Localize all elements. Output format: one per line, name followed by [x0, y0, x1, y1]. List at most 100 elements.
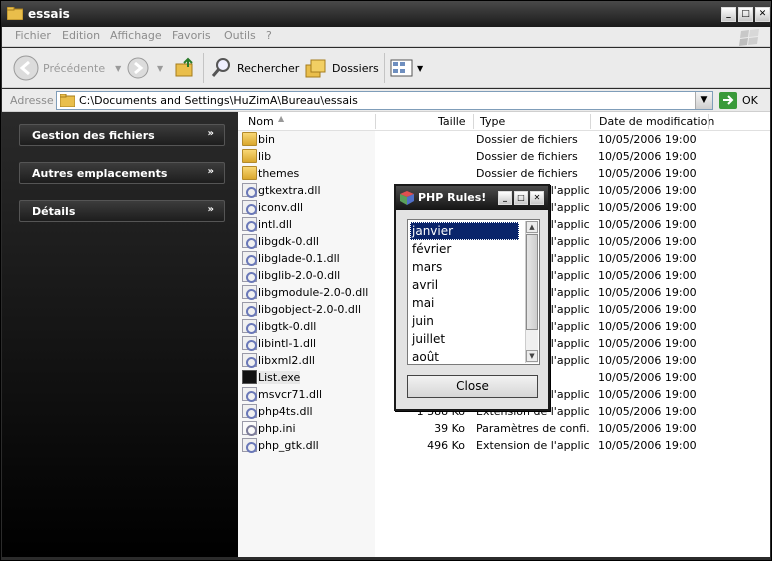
listbox-scrollbar[interactable]: ▲ ▼: [525, 221, 538, 363]
list-item[interactable]: mars: [410, 258, 519, 276]
task-group-details[interactable]: Détails »: [19, 200, 225, 222]
list-item[interactable]: août: [410, 348, 519, 363]
file-name[interactable]: intl.dll: [258, 218, 292, 231]
menu-affichage[interactable]: Affichage: [110, 29, 162, 42]
table-row[interactable]: themes Dossier de fichiers 10/05/2006 19:0…: [238, 165, 770, 182]
list-item[interactable]: juin: [410, 312, 519, 330]
chevron-down-icon[interactable]: ▼: [695, 92, 712, 109]
months-listbox[interactable]: janvier février mars avril mai juin juil…: [407, 219, 540, 365]
file-name[interactable]: php4ts.dll: [258, 405, 313, 418]
table-row[interactable]: bin Dossier de fichiers 10/05/2006 19:00: [238, 131, 770, 148]
table-row[interactable]: lib Dossier de fichiers 10/05/2006 19:00: [238, 148, 770, 165]
column-header-type[interactable]: Type: [480, 115, 505, 128]
file-name[interactable]: libgdk-0.dll: [258, 235, 319, 248]
dialog-close-button[interactable]: ✕: [530, 191, 544, 205]
folder-icon: [242, 132, 257, 146]
file-name[interactable]: libglade-0.1.dll: [258, 252, 340, 265]
title-bar[interactable]: essais _ □ ✕: [1, 1, 771, 27]
file-date: 10/05/2006 19:00: [598, 269, 697, 282]
dialog-title-bar[interactable]: PHP Rules! _ □ ✕: [396, 186, 548, 210]
dll-icon: [242, 234, 257, 249]
file-name[interactable]: themes: [258, 167, 299, 180]
task-group-other-places[interactable]: Autres emplacements »: [19, 162, 225, 184]
close-button[interactable]: ✕: [755, 7, 770, 22]
file-name[interactable]: iconv.dll: [258, 201, 303, 214]
file-name[interactable]: gtkextra.dll: [258, 184, 321, 197]
file-name[interactable]: msvcr71.dll: [258, 388, 322, 401]
go-button[interactable]: OK: [742, 94, 758, 107]
chevron-double-down-icon[interactable]: »: [208, 128, 214, 139]
column-header-name[interactable]: Nom: [248, 115, 274, 128]
file-date: 10/05/2006 19:00: [598, 252, 697, 265]
column-divider[interactable]: [473, 114, 474, 129]
file-name[interactable]: libgmodule-2.0-0.dll: [258, 286, 368, 299]
column-divider[interactable]: [375, 114, 376, 129]
table-row[interactable]: php_gtk.dll 496 Ko Extension de l'applic..…: [238, 437, 770, 454]
folders-button[interactable]: Dossiers: [304, 54, 379, 82]
address-label: Adresse: [10, 94, 54, 107]
scrollbar-thumb[interactable]: [526, 234, 538, 330]
list-item[interactable]: mai: [410, 294, 519, 312]
column-divider[interactable]: [590, 114, 591, 129]
file-date: 10/05/2006 19:00: [598, 337, 697, 350]
list-item[interactable]: avril: [410, 276, 519, 294]
file-type: Extension de l'applic...: [476, 439, 590, 452]
table-row[interactable]: php.ini 39 Ko Paramètres de confi... 10/05/…: [238, 420, 770, 437]
dll-icon: [242, 200, 257, 215]
folders-label: Dossiers: [332, 61, 379, 75]
up-folder-button[interactable]: [174, 54, 196, 82]
address-path: C:\Documents and Settings\HuZimA\Bureau\…: [79, 94, 358, 107]
file-name[interactable]: libgobject-2.0-0.dll: [258, 303, 361, 316]
list-item[interactable]: janvier: [410, 222, 519, 240]
menu-fichier[interactable]: Fichier: [15, 29, 51, 42]
dialog-maximize-button[interactable]: □: [514, 191, 528, 205]
close-dialog-button[interactable]: Close: [407, 375, 538, 398]
go-arrow-icon[interactable]: [719, 92, 737, 109]
file-name[interactable]: php.ini: [258, 422, 296, 435]
forward-button[interactable]: ▼: [127, 54, 163, 82]
php-rules-dialog: PHP Rules! _ □ ✕ janvier février mars av…: [394, 184, 550, 411]
file-name[interactable]: php_gtk.dll: [258, 439, 319, 452]
chevron-double-down-icon[interactable]: »: [208, 204, 214, 215]
column-header-date[interactable]: Date de modification: [599, 115, 714, 128]
column-header-size[interactable]: Taille: [438, 115, 466, 128]
dll-icon: [242, 183, 257, 198]
dll-icon: [242, 353, 257, 368]
task-group-file-management[interactable]: Gestion des fichiers »: [19, 124, 225, 146]
file-name[interactable]: libintl-1.dll: [258, 337, 316, 350]
folder-icon: [242, 149, 257, 163]
chevron-double-down-icon[interactable]: »: [208, 166, 214, 177]
back-dropdown-icon[interactable]: ▼: [115, 64, 121, 73]
dialog-minimize-button[interactable]: _: [498, 191, 512, 205]
forward-dropdown-icon[interactable]: ▼: [157, 64, 163, 73]
menu-edition[interactable]: Edition: [62, 29, 100, 42]
maximize-button[interactable]: □: [738, 7, 753, 22]
toolbar-separator: [384, 53, 385, 83]
file-type: Dossier de fichiers: [476, 167, 578, 180]
views-dropdown-icon[interactable]: ▼: [417, 64, 423, 73]
views-button[interactable]: ▼: [390, 54, 423, 82]
file-type: Dossier de fichiers: [476, 133, 578, 146]
menu-favoris[interactable]: Favoris: [172, 29, 211, 42]
menu-help[interactable]: ?: [266, 29, 272, 42]
scroll-up-icon[interactable]: ▲: [526, 221, 538, 233]
list-item[interactable]: juillet: [410, 330, 519, 348]
search-button[interactable]: Rechercher: [211, 54, 299, 82]
file-date: 10/05/2006 19:00: [598, 218, 697, 231]
column-divider[interactable]: [708, 114, 709, 129]
file-name[interactable]: libgtk-0.dll: [258, 320, 316, 333]
address-input[interactable]: C:\Documents and Settings\HuZimA\Bureau\…: [56, 91, 713, 110]
file-date: 10/05/2006 19:00: [598, 405, 697, 418]
file-name[interactable]: List.exe: [258, 371, 301, 384]
file-name[interactable]: lib: [258, 150, 271, 163]
back-button[interactable]: Précédente ▼: [13, 54, 121, 82]
scroll-down-icon[interactable]: ▼: [526, 350, 538, 362]
dll-icon: [242, 302, 257, 317]
list-item[interactable]: février: [410, 240, 519, 258]
menu-outils[interactable]: Outils: [224, 29, 256, 42]
file-name[interactable]: libxml2.dll: [258, 354, 315, 367]
up-folder-icon: [175, 57, 193, 77]
minimize-button[interactable]: _: [721, 7, 736, 22]
file-name[interactable]: libglib-2.0-0.dll: [258, 269, 340, 282]
file-name[interactable]: bin: [258, 133, 275, 146]
